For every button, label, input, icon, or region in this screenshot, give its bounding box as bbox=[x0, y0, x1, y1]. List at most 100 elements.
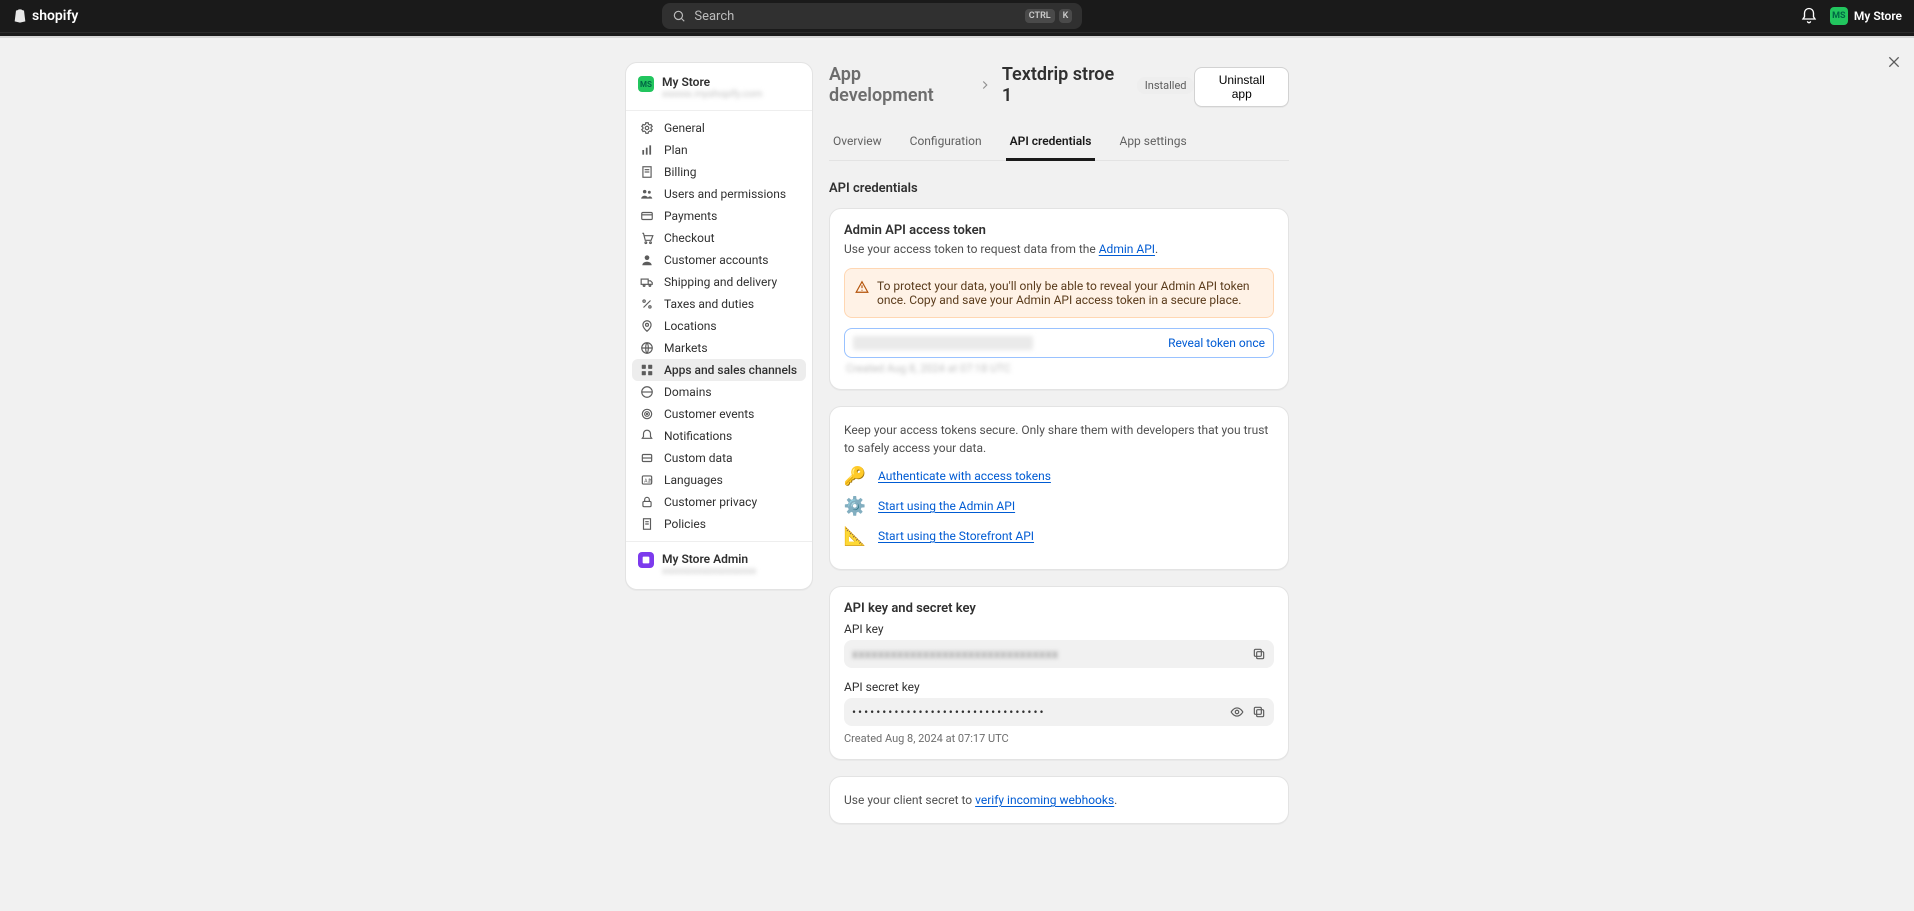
cart-icon bbox=[640, 231, 654, 245]
sidebar-item-markets[interactable]: Markets bbox=[632, 337, 806, 359]
brand-text: shopify bbox=[32, 8, 78, 24]
settings-sidebar: MS My Store xxxxxx.myshopify.com General… bbox=[625, 62, 813, 590]
token-warning-text: To protect your data, you'll only be abl… bbox=[877, 279, 1263, 307]
bell-icon[interactable] bbox=[1800, 7, 1818, 25]
sidebar-item-domains[interactable]: Domains bbox=[632, 381, 806, 403]
token-field: Reveal token once bbox=[844, 328, 1274, 358]
uninstall-app-button[interactable]: Uninstall app bbox=[1194, 67, 1289, 107]
top-bar: shopify Search CTRL K MS My Store bbox=[0, 0, 1914, 32]
sidebar-item-shipping[interactable]: Shipping and delivery bbox=[632, 271, 806, 293]
keys-title: API key and secret key bbox=[844, 601, 1274, 616]
svg-text:Aあ: Aあ bbox=[644, 477, 653, 484]
data-icon bbox=[640, 451, 654, 465]
sidebar-item-locations[interactable]: Locations bbox=[632, 315, 806, 337]
sidebar-item-apps[interactable]: Apps and sales channels bbox=[632, 359, 806, 381]
store-name: My Store bbox=[1854, 9, 1902, 23]
domain-icon bbox=[640, 385, 654, 399]
token-created-at: Created Aug 8, 2024 at 07:18 UTC bbox=[844, 362, 1274, 375]
search-icon bbox=[672, 9, 686, 23]
pin-icon bbox=[640, 319, 654, 333]
breadcrumb-app-name: Textdrip stroe 1 bbox=[1002, 64, 1127, 106]
api-key-value: xxxxxxxxxxxxxxxxxxxxxxxxxxxxxxxx bbox=[852, 647, 1059, 661]
doc-icon bbox=[640, 517, 654, 531]
tab-api-credentials[interactable]: API credentials bbox=[1006, 126, 1096, 161]
tab-overview[interactable]: Overview bbox=[829, 126, 886, 160]
admin-api-link[interactable]: Admin API bbox=[1099, 242, 1155, 256]
show-secret-icon[interactable] bbox=[1230, 705, 1244, 719]
link-storefront-api-row: 📐 Start using the Storefront API bbox=[844, 525, 1274, 547]
close-icon bbox=[1886, 54, 1902, 70]
chevron-right-icon bbox=[978, 78, 992, 92]
sidebar-item-customer-events[interactable]: Customer events bbox=[632, 403, 806, 425]
sidebar-store-name: My Store bbox=[662, 75, 762, 89]
api-key-field: xxxxxxxxxxxxxxxxxxxxxxxxxxxxxxxx bbox=[844, 640, 1274, 668]
receipt-icon bbox=[640, 165, 654, 179]
sidebar-item-privacy[interactable]: Customer privacy bbox=[632, 491, 806, 513]
sidebar-item-users[interactable]: Users and permissions bbox=[632, 183, 806, 205]
sidebar-footer-account[interactable]: My Store Admin xxxxxxxxxxxxxxxxxxx bbox=[626, 541, 812, 589]
close-settings-button[interactable] bbox=[1880, 48, 1908, 76]
gear-icon bbox=[640, 121, 654, 135]
token-card-title: Admin API access token bbox=[844, 223, 1274, 238]
sidebar-store-header[interactable]: MS My Store xxxxxx.myshopify.com bbox=[626, 63, 812, 111]
status-badge: Installed bbox=[1137, 77, 1195, 94]
sidebar-item-plan[interactable]: Plan bbox=[632, 139, 806, 161]
sidebar-store-avatar: MS bbox=[638, 76, 654, 92]
copy-secret-icon[interactable] bbox=[1252, 705, 1266, 719]
api-keys-card: API key and secret key API key xxxxxxxxx… bbox=[829, 586, 1289, 760]
admin-email: xxxxxxxxxxxxxxxxxxx bbox=[662, 566, 756, 577]
shopify-logo[interactable]: shopify bbox=[12, 8, 78, 24]
lock-icon bbox=[640, 495, 654, 509]
verify-webhooks-link[interactable]: verify incoming webhooks bbox=[975, 793, 1114, 807]
app-tabs: Overview Configuration API credentials A… bbox=[829, 126, 1289, 161]
sidebar-item-customer-accounts[interactable]: Customer accounts bbox=[632, 249, 806, 271]
language-icon: Aあ bbox=[640, 473, 654, 487]
bell-small-icon bbox=[640, 429, 654, 443]
copy-api-key-icon[interactable] bbox=[1252, 647, 1266, 661]
sidebar-item-billing[interactable]: Billing bbox=[632, 161, 806, 183]
sidebar-item-checkout[interactable]: Checkout bbox=[632, 227, 806, 249]
sidebar-item-general[interactable]: General bbox=[632, 117, 806, 139]
link-auth-tokens-row: 🔑 Authenticate with access tokens bbox=[844, 465, 1274, 487]
globe-icon bbox=[640, 341, 654, 355]
sidebar-item-languages[interactable]: AあLanguages bbox=[632, 469, 806, 491]
store-avatar: MS bbox=[1830, 7, 1848, 25]
webhooks-note-card: Use your client secret to verify incomin… bbox=[829, 776, 1289, 824]
sidebar-store-domain: xxxxxx.myshopify.com bbox=[662, 89, 762, 100]
sidebar-item-custom-data[interactable]: Custom data bbox=[632, 447, 806, 469]
sidebar-item-taxes[interactable]: Taxes and duties bbox=[632, 293, 806, 315]
store-switcher[interactable]: MS My Store bbox=[1830, 7, 1902, 25]
token-card-desc: Use your access token to request data fr… bbox=[844, 240, 1274, 258]
apps-icon bbox=[640, 363, 654, 377]
breadcrumb: App development Textdrip stroe 1 Install… bbox=[829, 62, 1194, 112]
section-api-credentials-title: API credentials bbox=[829, 181, 1289, 196]
token-warning: To protect your data, you'll only be abl… bbox=[844, 268, 1274, 318]
link-admin-api[interactable]: Start using the Admin API bbox=[878, 499, 1015, 513]
webhooks-text: Use your client secret to verify incomin… bbox=[844, 791, 1274, 809]
secret-key-field: •••••••••••••••••••••••••••••••• bbox=[844, 698, 1274, 726]
tab-configuration[interactable]: Configuration bbox=[906, 126, 986, 160]
tab-app-settings[interactable]: App settings bbox=[1115, 126, 1190, 160]
percent-icon bbox=[640, 297, 654, 311]
users-icon bbox=[640, 187, 654, 201]
gear-doc-icon: ⚙️ bbox=[844, 495, 866, 517]
token-masked-value bbox=[853, 336, 1033, 350]
target-icon bbox=[640, 407, 654, 421]
breadcrumb-root[interactable]: App development bbox=[829, 64, 968, 106]
reveal-token-button[interactable]: Reveal token once bbox=[1168, 336, 1265, 350]
secret-key-label: API secret key bbox=[844, 680, 1274, 694]
chart-icon bbox=[640, 143, 654, 157]
sidebar-item-notifications[interactable]: Notifications bbox=[632, 425, 806, 447]
link-admin-api-row: ⚙️ Start using the Admin API bbox=[844, 495, 1274, 517]
sidebar-item-payments[interactable]: Payments bbox=[632, 205, 806, 227]
person-icon bbox=[640, 253, 654, 267]
docs-intro: Keep your access tokens secure. Only sha… bbox=[844, 421, 1274, 457]
truck-icon bbox=[640, 275, 654, 289]
sidebar-nav: General Plan Billing Users and permissio… bbox=[626, 111, 812, 541]
sidebar-item-policies[interactable]: Policies bbox=[632, 513, 806, 535]
link-auth-tokens[interactable]: Authenticate with access tokens bbox=[878, 469, 1051, 483]
keys-created-at: Created Aug 8, 2024 at 07:17 UTC bbox=[844, 732, 1274, 745]
global-search[interactable]: Search CTRL K bbox=[662, 3, 1082, 29]
link-storefront-api[interactable]: Start using the Storefront API bbox=[878, 529, 1034, 543]
storefront-doc-icon: 📐 bbox=[844, 525, 866, 547]
